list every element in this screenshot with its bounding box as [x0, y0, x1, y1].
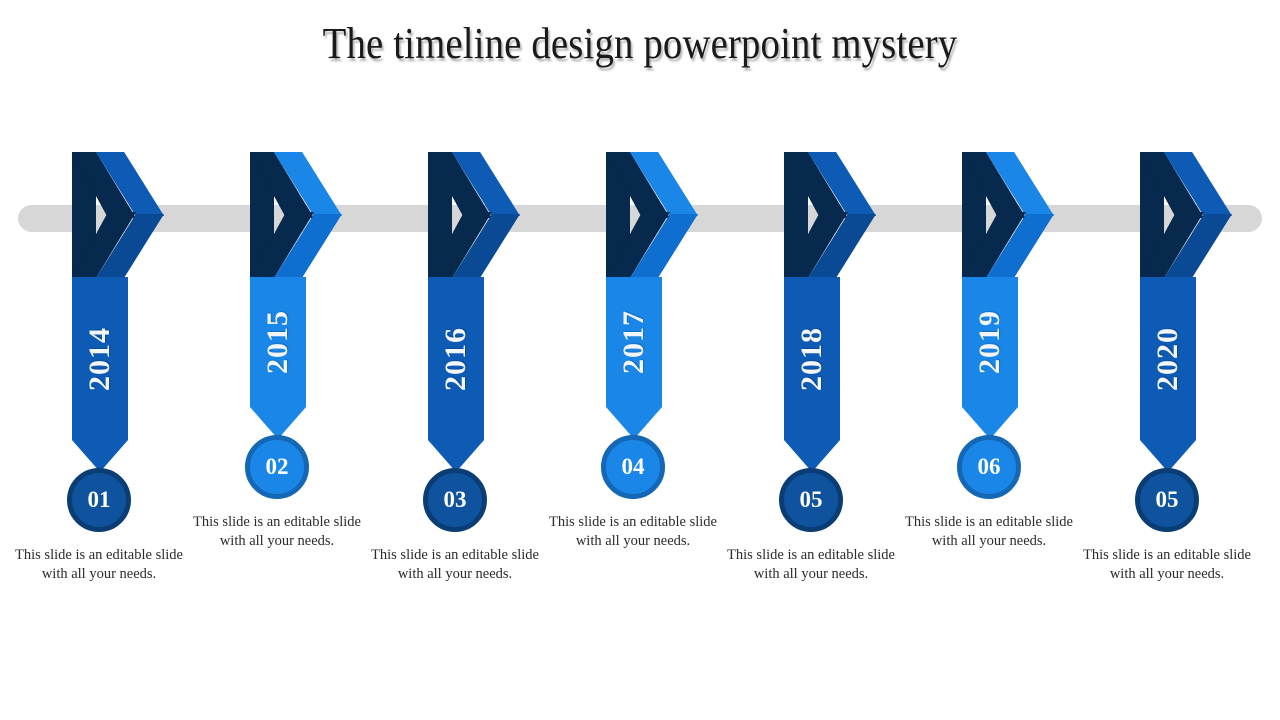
- timeline-item[interactable]: 2019 06 This slide is an editable slide wi…: [905, 0, 1138, 720]
- step-number-label: 05: [1155, 487, 1179, 512]
- ribbon-body: 2020: [1140, 277, 1196, 440]
- year-ribbon: 2014: [72, 277, 128, 472]
- ribbon-body: 2015: [250, 277, 306, 407]
- year-label: 2018: [795, 326, 828, 391]
- slide-canvas: The timeline design powerpoint mystery 2…: [0, 0, 1280, 720]
- timeline-item[interactable]: 2016 03 This slide is an editable slide wi…: [371, 0, 604, 720]
- step-number-label: 01: [87, 487, 111, 512]
- step-number-badge[interactable]: 03: [423, 468, 487, 532]
- year-label: 2015: [261, 310, 294, 374]
- step-number-label: 02: [265, 454, 289, 479]
- step-number-badge[interactable]: 04: [601, 435, 665, 499]
- year-label: 2017: [617, 310, 650, 374]
- step-number-badge[interactable]: 05: [779, 468, 843, 532]
- chevron-arrow-icon: [424, 150, 544, 280]
- ribbon-body: 2019: [962, 277, 1018, 407]
- year-label: 2016: [439, 326, 472, 391]
- year-ribbon: 2019: [962, 277, 1018, 439]
- year-ribbon: 2018: [784, 277, 840, 472]
- item-caption: This slide is an editable slide with all…: [727, 547, 895, 582]
- timeline-item[interactable]: 2020 05 This slide is an editable slide wi…: [1083, 0, 1280, 720]
- year-label: 2020: [1151, 326, 1184, 391]
- chevron-arrow-icon: [1136, 150, 1256, 280]
- year-ribbon: 2017: [606, 277, 662, 439]
- timeline-item[interactable]: 2014 01 This slide is an editable slide wi…: [15, 0, 248, 720]
- ribbon-body: 2016: [428, 277, 484, 440]
- item-caption: This slide is an editable slide with all…: [371, 547, 539, 582]
- chevron-arrow-icon: [958, 150, 1078, 280]
- step-number-label: 04: [621, 454, 645, 479]
- year-label: 2014: [83, 326, 116, 391]
- step-number-badge[interactable]: 05: [1135, 468, 1199, 532]
- year-ribbon: 2020: [1140, 277, 1196, 472]
- item-caption: This slide is an editable slide with all…: [15, 547, 183, 582]
- year-ribbon: 2016: [428, 277, 484, 472]
- step-number-badge[interactable]: 01: [67, 468, 131, 532]
- step-number-badge[interactable]: 02: [245, 435, 309, 499]
- ribbon-body: 2017: [606, 277, 662, 407]
- timeline-item[interactable]: 2015 02 This slide is an editable slide wi…: [193, 0, 426, 720]
- year-label: 2019: [973, 310, 1006, 374]
- ribbon-body: 2018: [784, 277, 840, 440]
- item-caption: This slide is an editable slide with all…: [1083, 547, 1251, 582]
- chevron-arrow-icon: [780, 150, 900, 280]
- item-caption: This slide is an editable slide with all…: [549, 514, 717, 549]
- chevron-arrow-icon: [602, 150, 722, 280]
- step-number-badge[interactable]: 06: [957, 435, 1021, 499]
- item-caption: This slide is an editable slide with all…: [193, 514, 361, 549]
- timeline-item[interactable]: 2017 04 This slide is an editable slide wi…: [549, 0, 782, 720]
- chevron-arrow-icon: [246, 150, 366, 280]
- ribbon-body: 2014: [72, 277, 128, 440]
- timeline-item[interactable]: 2018 05 This slide is an editable slide wi…: [727, 0, 960, 720]
- step-number-label: 03: [443, 487, 467, 512]
- year-ribbon: 2015: [250, 277, 306, 439]
- step-number-label: 05: [799, 487, 823, 512]
- item-caption: This slide is an editable slide with all…: [905, 514, 1073, 549]
- chevron-arrow-icon: [68, 150, 188, 280]
- step-number-label: 06: [977, 454, 1001, 479]
